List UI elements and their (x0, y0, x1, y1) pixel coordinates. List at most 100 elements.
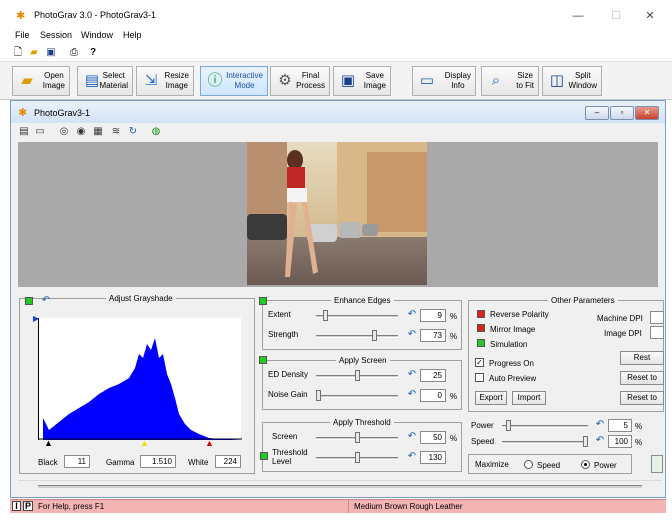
document-close-button[interactable]: ✕ (635, 106, 659, 120)
machine-dpi-field[interactable] (650, 311, 664, 324)
extent-label: Extent (268, 310, 291, 319)
noise-value[interactable]: 0 (420, 389, 446, 402)
save-icon[interactable]: ▣ (45, 47, 57, 59)
size-to-fit-button[interactable]: ⌕ Size to Fit (481, 66, 539, 96)
auto-preview-checkbox[interactable] (475, 373, 484, 382)
print-icon[interactable]: ⎙ (68, 47, 80, 59)
extent-slider-track[interactable] (316, 315, 398, 318)
enhance-enabled-indicator[interactable] (259, 297, 267, 305)
reset-button[interactable]: Rest (620, 351, 664, 365)
power-slider-thumb[interactable] (506, 420, 511, 431)
document-title-bar (11, 101, 665, 123)
grayshade-undo-icon[interactable]: ↶ (40, 295, 52, 306)
open-folder-icon[interactable]: ▰ (28, 47, 40, 59)
histogram-plot (39, 338, 242, 440)
final-process-button[interactable]: ⚙ Final Process (270, 66, 330, 96)
simulation-label[interactable]: Simulation (490, 340, 527, 349)
menu-help[interactable]: Help (123, 30, 142, 40)
refresh-icon[interactable]: ↻ (127, 126, 139, 138)
strength-undo-icon[interactable]: ↶ (406, 329, 418, 340)
close-button[interactable]: ✕ (630, 5, 670, 27)
speed-slider-thumb[interactable] (583, 436, 588, 447)
apply-screen-title: Apply Screen (336, 356, 390, 365)
threshold-screen-undo-icon[interactable]: ↶ (406, 431, 418, 442)
image-dpi-label: Image DPI (604, 329, 642, 338)
import-button[interactable]: Import (512, 391, 546, 405)
strength-slider-thumb[interactable] (372, 330, 377, 341)
save-image-button[interactable]: ▣ Save Image (333, 66, 391, 96)
reset-to-button-2[interactable]: Reset to (620, 391, 664, 405)
new-file-icon[interactable]: 🗋 (12, 47, 24, 59)
power-value[interactable]: 5 (608, 419, 632, 432)
threshold-screen-value[interactable]: 50 (420, 431, 446, 444)
split-window-button[interactable]: ◫ Split Window (542, 66, 602, 96)
menu-session[interactable]: Session (40, 30, 72, 40)
horizontal-scrollbar[interactable] (18, 480, 662, 494)
reverse-polarity-label[interactable]: Reverse Polarity (490, 310, 549, 319)
speed-slider-track[interactable] (502, 441, 588, 444)
speed-undo-icon[interactable]: ↶ (594, 435, 606, 446)
extent-slider-thumb[interactable] (323, 310, 328, 321)
page-tool-icon[interactable]: ▦ (92, 126, 104, 138)
grayshade-enabled-indicator[interactable] (25, 297, 33, 305)
globe-icon[interactable]: ◍ (150, 126, 162, 138)
open-image-button[interactable]: ▰ Open Image (12, 66, 70, 96)
menu-window[interactable]: Window (81, 30, 113, 40)
threshold-level-slider-thumb[interactable] (355, 452, 360, 463)
apply-screen-panel (262, 360, 462, 410)
help-question-icon[interactable]: ? (87, 47, 99, 59)
threshold-level-value[interactable]: 130 (420, 451, 446, 464)
progress-on-checkbox[interactable]: ✓ (475, 358, 484, 367)
strength-value[interactable]: 73 (420, 329, 446, 342)
rotate-tool-icon[interactable]: ◉ (75, 126, 87, 138)
document-maximize-button[interactable]: ▫ (610, 106, 634, 120)
stack-tool-icon[interactable]: ≋ (110, 126, 122, 138)
density-slider-thumb[interactable] (355, 370, 360, 381)
view-split-icon[interactable]: ▭ (34, 126, 46, 138)
mirror-image-label[interactable]: Mirror Image (490, 325, 535, 334)
screen-enabled-indicator[interactable] (259, 356, 267, 364)
black-value[interactable]: 11 (64, 455, 90, 468)
reset-to-button-1[interactable]: Reset to (620, 371, 664, 385)
power-undo-icon[interactable]: ↶ (594, 419, 606, 430)
noise-undo-icon[interactable]: ↶ (406, 389, 418, 400)
extent-undo-icon[interactable]: ↶ (406, 309, 418, 320)
mirror-image-indicator[interactable] (477, 324, 485, 332)
extent-value[interactable]: 9 (420, 309, 446, 322)
threshold-enabled-indicator[interactable] (260, 452, 268, 460)
ed-density-label: ED Density (268, 370, 309, 379)
threshold-level-undo-icon[interactable]: ↶ (406, 451, 418, 462)
density-value[interactable]: 25 (420, 369, 446, 382)
minimize-button[interactable]: — (558, 5, 598, 27)
maximize-speed-radio[interactable] (524, 460, 533, 469)
speed-value[interactable]: 100 (608, 435, 632, 448)
other-parameters-title: Other Parameters (548, 296, 618, 305)
menu-file[interactable]: File (15, 30, 30, 40)
select-material-button[interactable]: ▤ Select Material (77, 66, 133, 96)
interactive-mode-button[interactable]: ⓘ Interactive Mode (200, 66, 268, 96)
view-single-icon[interactable]: ▤ (18, 126, 30, 138)
black-point-marker[interactable]: ▲ (44, 438, 53, 448)
resize-image-button[interactable]: ⇲ Resize Image (136, 66, 194, 96)
maximize-power-radio[interactable] (581, 460, 590, 469)
street-photo (247, 142, 427, 285)
white-point-marker[interactable]: ▲ (205, 438, 214, 448)
export-button[interactable]: Export (475, 391, 507, 405)
gamma-point-marker[interactable]: ▲ (140, 438, 149, 448)
apply-indicator[interactable] (651, 455, 663, 473)
reverse-polarity-indicator[interactable] (477, 310, 485, 318)
document-minimize-button[interactable]: ‒ (585, 106, 609, 120)
display-info-button[interactable]: ▭ Display Info (412, 66, 476, 96)
circle-tool-icon[interactable]: ◎ (58, 126, 70, 138)
image-dpi-field[interactable] (650, 326, 664, 339)
noise-slider-thumb[interactable] (316, 390, 321, 401)
noise-slider-track[interactable] (316, 395, 398, 398)
power-slider-track[interactable] (502, 425, 588, 428)
gamma-value[interactable]: 1.510 (140, 455, 176, 468)
threshold-screen-slider-thumb[interactable] (355, 432, 360, 443)
density-undo-icon[interactable]: ↶ (406, 369, 418, 380)
strength-slider-track[interactable] (316, 335, 398, 338)
status-help-text: For Help, press F1 (38, 502, 105, 511)
white-value[interactable]: 224 (215, 455, 241, 468)
simulation-indicator[interactable] (477, 339, 485, 347)
